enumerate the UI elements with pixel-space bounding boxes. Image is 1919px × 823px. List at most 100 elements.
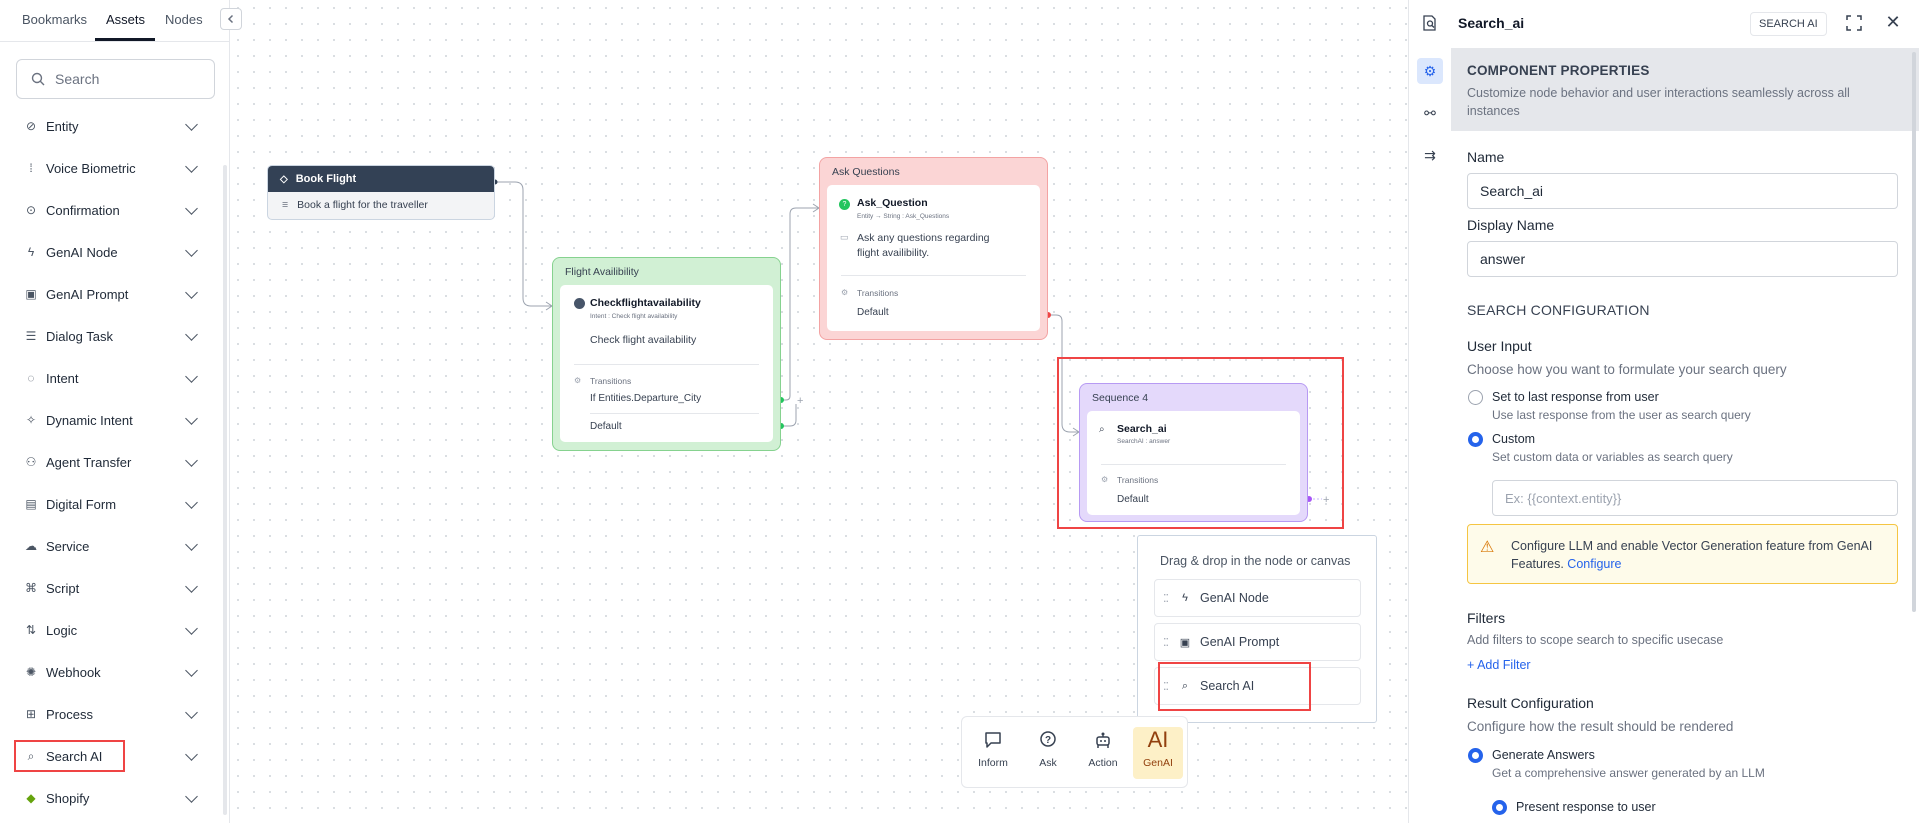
flight-availability-group[interactable]: Flight Availibility Checkflightavailabil… (552, 257, 781, 451)
warning-icon: ⚠ (1480, 539, 1495, 556)
group-title: Ask Questions (832, 166, 900, 178)
name-label: Name (1467, 149, 1505, 165)
radio-present-response-label: Present response to user (1516, 800, 1656, 814)
node-subtitle: Entity → String : Ask_Questions (857, 213, 950, 220)
asset-item-logic[interactable]: ⇅ Logic (0, 609, 216, 651)
asset-item-process[interactable]: ⊞ Process (0, 693, 216, 735)
section-description: Customize node behavior and user interac… (1467, 86, 1850, 118)
description-line: flight availibility. (857, 247, 930, 259)
ask-question-node[interactable]: ? Ask_Question Entity → String : Ask_Que… (827, 185, 1040, 331)
dialog-icon: ☰ (25, 329, 37, 343)
asset-item-genai-prompt[interactable]: ▣ GenAI Prompt (0, 273, 216, 315)
action-label: Action (1088, 757, 1118, 769)
asset-item-service[interactable]: ☁ Service (0, 525, 216, 567)
panel-title: Search_ai (1458, 15, 1525, 31)
node-toolbar: Inform ? Ask Action AI GenAI (961, 716, 1188, 788)
asset-item-dialog-task[interactable]: ☰ Dialog Task (0, 315, 216, 357)
action-button[interactable]: Action (1078, 727, 1128, 779)
ask-questions-group[interactable]: Ask Questions ? Ask_Question Entity → St… (819, 157, 1048, 340)
search-icon (31, 72, 45, 86)
dnd-item-label: GenAI Node (1200, 591, 1269, 605)
shopify-icon: ◆ (26, 791, 36, 805)
book-flight-node[interactable]: ◇ Book Flight ≡ Book a flight for the tr… (267, 165, 495, 220)
asset-item-voice-biometric[interactable]: ⁞ Voice Biometric (0, 147, 216, 189)
radio-custom-label: Custom (1492, 432, 1536, 446)
tab-assets[interactable]: Assets (106, 12, 145, 27)
radio-last-response[interactable] (1468, 390, 1483, 405)
flow-tab[interactable]: ⇉ (1417, 142, 1443, 168)
transition-default[interactable]: Default (590, 421, 763, 432)
sidebar-scrollbar[interactable] (223, 165, 227, 815)
search-input[interactable]: Search (16, 59, 215, 99)
display-name-label: Display Name (1467, 217, 1555, 233)
add-filter-button[interactable]: + Add Filter (1467, 658, 1531, 672)
sidebar-tabs: Bookmarks Assets Nodes (0, 0, 230, 42)
radio-custom[interactable] (1468, 432, 1483, 447)
close-icon[interactable]: ✕ (1884, 12, 1902, 32)
dnd-item-label: GenAI Prompt (1200, 635, 1280, 649)
asset-item-entity[interactable]: ⊘ Entity (0, 105, 216, 147)
voice-biometric-icon: ⁞ (29, 161, 33, 175)
radio-generate-answers[interactable] (1468, 748, 1483, 763)
tab-bookmarks[interactable]: Bookmarks (22, 12, 87, 27)
svg-text:?: ? (1045, 735, 1051, 746)
panel-content: COMPONENT PROPERTIES Customize node beha… (1451, 48, 1919, 823)
inform-label: Inform (978, 757, 1008, 769)
asset-item-genai-node[interactable]: ϟ GenAI Node (0, 231, 216, 273)
checkflight-node[interactable]: Checkflightavailability Intent : Check f… (560, 285, 773, 442)
book-flight-header: ◇ Book Flight (268, 166, 494, 192)
agent-transfer-icon: ⚇ (25, 455, 37, 469)
asset-item-shopify[interactable]: ◆ Shopify (0, 777, 216, 819)
lightning-icon: ϟ (27, 245, 35, 259)
node-subtitle: Intent : Check flight availability (590, 313, 678, 320)
book-flight-body: ≡ Book a flight for the traveller (268, 192, 494, 218)
tab-nodes[interactable]: Nodes (165, 12, 203, 27)
configure-link[interactable]: Configure (1567, 557, 1621, 571)
message-icon: ▭ (840, 232, 849, 242)
settings-tab[interactable]: ⚙ (1417, 58, 1443, 84)
drag-handle-icon: ⁚⁚ (1163, 592, 1169, 605)
radio-last-response-desc: Use last response from the user as searc… (1492, 408, 1751, 422)
asset-item-confirmation[interactable]: ⊙ Confirmation (0, 189, 216, 231)
intent-node-icon (574, 298, 585, 309)
prompt-icon: ▣ (25, 287, 37, 301)
drag-handle-icon: ⁚⁚ (1163, 636, 1169, 649)
asset-item-webhook[interactable]: ✺ Webhook (0, 651, 216, 693)
dnd-item-genai-node[interactable]: ⁚⁚ ϟ GenAI Node (1154, 579, 1361, 617)
panel-scrollbar[interactable] (1912, 52, 1916, 612)
start-icon: ◇ (280, 173, 288, 185)
transitions-icon: ⚙ (841, 288, 849, 297)
radio-present-response[interactable] (1492, 800, 1507, 815)
user-input-label: User Input (1467, 338, 1532, 354)
dnd-item-genai-prompt[interactable]: ⁚⁚ ▣ GenAI Prompt (1154, 623, 1361, 661)
custom-query-input[interactable]: Ex: {{context.entity}} (1492, 480, 1898, 516)
asset-item-digital-form[interactable]: ▤ Digital Form (0, 483, 216, 525)
section-title: COMPONENT PROPERTIES (1467, 63, 1650, 78)
transition-condition[interactable]: If Entities.Departure_City (590, 393, 763, 404)
name-field[interactable]: Search_ai (1467, 173, 1898, 209)
process-icon: ⊞ (25, 707, 37, 721)
inform-button[interactable]: Inform (968, 727, 1018, 779)
collapse-sidebar-button[interactable] (220, 8, 242, 30)
asset-item-script[interactable]: ⌘ Script (0, 567, 216, 609)
properties-panel: Search_ai SEARCH AI ✕ ⚙ ⚯ ⇉ COMPONENT PR… (1408, 0, 1919, 823)
entity-icon: ⊘ (25, 119, 37, 133)
divider (841, 275, 1026, 276)
chat-icon: ? (839, 199, 850, 210)
asset-item-intent[interactable]: ◌ Intent (0, 357, 216, 399)
chevron-left-icon (227, 14, 234, 24)
result-config-label: Result Configuration (1467, 695, 1594, 711)
llm-warning-banner: ⚠ Configure LLM and enable Vector Genera… (1467, 524, 1898, 584)
genai-button[interactable]: AI GenAI (1133, 727, 1183, 779)
description-line: Ask any questions regarding (857, 232, 990, 244)
display-name-field[interactable]: answer (1467, 241, 1898, 277)
expand-icon[interactable] (1845, 14, 1863, 32)
cloud-icon: ☁ (25, 539, 37, 553)
ask-label: Ask (1039, 757, 1057, 769)
transition-default[interactable]: Default (857, 307, 1030, 318)
ask-button[interactable]: ? Ask (1023, 727, 1073, 779)
intent-icon: ◌ (27, 371, 35, 385)
asset-item-dynamic-intent[interactable]: ✧ Dynamic Intent (0, 399, 216, 441)
asset-item-agent-transfer[interactable]: ⚇ Agent Transfer (0, 441, 216, 483)
connections-tab[interactable]: ⚯ (1417, 100, 1443, 126)
